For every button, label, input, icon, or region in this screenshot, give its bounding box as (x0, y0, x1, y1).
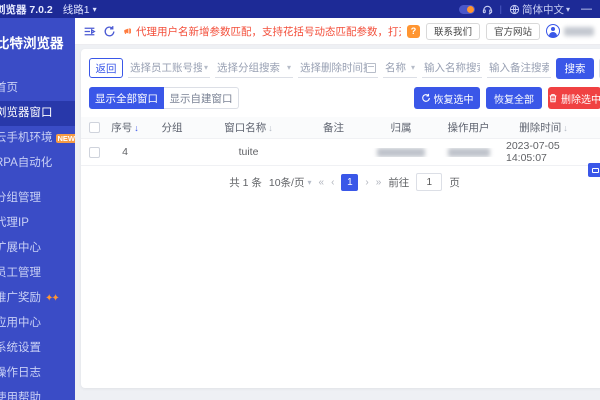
app-logo: 比特浏览器 (0, 36, 64, 51)
new-badge: NEW (55, 133, 75, 144)
title-bar: 比特浏览器 7.0.2 线路1 ▾ | 简体中文 ▾ — (0, 0, 600, 18)
goto-label: 前往 (388, 176, 410, 189)
sort-desc-icon[interactable]: ↓ (268, 123, 273, 133)
name-search-input[interactable] (422, 58, 482, 78)
floating-action-button[interactable] (588, 163, 600, 177)
sidebar-item-groups[interactable]: 分组管理 (0, 186, 75, 211)
cell-owner-redacted (377, 147, 425, 157)
col-owner: 归属 (390, 122, 412, 134)
first-page-button[interactable]: « (319, 177, 325, 188)
cell-seq: 4 (122, 146, 128, 158)
restore-icon (421, 93, 430, 102)
help-badge[interactable]: ? (406, 24, 420, 38)
delete-selected-button[interactable]: 删除选中 (548, 87, 600, 109)
chevron-down-icon: ▾ (203, 63, 208, 72)
col-operator: 操作用户 (447, 122, 490, 134)
sidebar-item-referral[interactable]: 推广奖励 ✦✦ (0, 286, 75, 311)
col-window-name: 窗口名称 (224, 122, 267, 134)
goto-page-input[interactable] (416, 173, 443, 191)
prev-page-button[interactable]: ‹ (331, 177, 334, 188)
username-redacted (564, 26, 594, 36)
table-header-row: 序号↓ 分组 窗口名称↓ 备注 归属 操作用户 删除时间↓ 操作 (81, 117, 600, 139)
cell-operator-redacted (447, 147, 490, 157)
support-headset-icon[interactable] (482, 4, 493, 15)
sidebar-item-staff[interactable]: 员工管理 (0, 261, 75, 286)
cell-delete-time: 2023-07-05 14:05:07 (506, 140, 560, 164)
chevron-down-icon: ▾ (92, 4, 97, 14)
sidebar-item-browser-windows[interactable]: 浏览器窗口 (0, 101, 75, 126)
sidebar: 比特浏览器 首页 浏览器窗口 云手机环境 NEW RPA自动化 分组管理 代理IP… (0, 18, 75, 400)
user-avatar-icon[interactable] (546, 24, 560, 38)
filter-row: 返回 选择员工账号搜索 ▾ 选择分组搜索 ▾ 选择删除时间搜索 名称 ▾ 搜索 (89, 57, 600, 79)
deleted-windows-table: 序号↓ 分组 窗口名称↓ 备注 归属 操作用户 删除时间↓ 操作 4 tuite… (81, 117, 600, 166)
restore-all-button[interactable]: 恢复全部 (486, 87, 542, 109)
current-page-button[interactable]: 1 (341, 173, 359, 191)
sidebar-item-proxy-ip[interactable]: 代理IP (0, 211, 75, 236)
trash-windows-card: 返回 选择员工账号搜索 ▾ 选择分组搜索 ▾ 选择删除时间搜索 名称 ▾ 搜索 (81, 49, 600, 388)
sort-desc-icon[interactable]: ↓ (134, 123, 139, 133)
chevron-down-icon: ▾ (565, 4, 570, 14)
line-selector[interactable]: 线路1 ▾ (63, 2, 97, 17)
window-icon (591, 167, 599, 173)
theme-toggle[interactable] (458, 4, 475, 14)
restore-selected-button[interactable]: 恢复选中 (414, 87, 480, 109)
language-label: 简体中文 (521, 3, 564, 16)
col-delete-time: 删除时间 (519, 122, 562, 134)
search-field-select[interactable]: 名称 ▾ (383, 58, 417, 78)
minimize-button[interactable]: — (581, 3, 592, 15)
megaphone-icon (124, 28, 131, 34)
language-selector[interactable]: 简体中文 ▾ (509, 2, 570, 17)
sidebar-item-home[interactable]: 首页 (0, 76, 75, 101)
calendar-icon (366, 62, 376, 73)
remark-search-input[interactable] (487, 58, 551, 78)
official-site-button[interactable]: 官方网站 (485, 22, 540, 40)
line-selector-label: 线路1 (62, 3, 90, 16)
chevron-down-icon: ▾ (410, 63, 415, 72)
trash-icon (549, 94, 557, 103)
cell-window-name: tuite (238, 146, 259, 158)
col-remark: 备注 (323, 122, 344, 134)
table-row: 4 tuite 2023-07-05 14:05:07 (81, 139, 600, 166)
chevron-down-icon: ▾ (286, 63, 291, 72)
collapse-sidebar-icon[interactable] (83, 25, 96, 38)
sidebar-item-settings[interactable]: 系统设置 (0, 336, 75, 361)
pagination-summary: 共 1 条 (229, 176, 262, 189)
last-page-button[interactable]: » (376, 177, 382, 188)
sidebar-item-rpa[interactable]: RPA自动化 (0, 151, 75, 176)
sidebar-item-extensions[interactable]: 扩展中心 (0, 236, 75, 261)
page-size-select[interactable]: 10条/页 ▾ (269, 175, 312, 190)
sidebar-item-cloud-phone[interactable]: 云手机环境 NEW (0, 126, 75, 151)
pagination: 共 1 条 10条/页 ▾ « ‹ 1 › » 前往 页 (81, 173, 600, 191)
contact-us-button[interactable]: 联系我们 (425, 22, 480, 40)
select-all-checkbox[interactable] (88, 122, 100, 133)
search-button[interactable]: 搜索 (556, 57, 594, 79)
app-title: 比特浏览器 7.0.2 (0, 3, 53, 16)
refresh-icon[interactable] (103, 25, 116, 38)
back-button[interactable]: 返回 (89, 58, 123, 78)
chevron-down-icon: ▾ (307, 177, 312, 187)
announcement-text: 代理用户名新增参数匹配，支持花括号动态匹配参数，打开窗口时自动替换为匹配值。 (123, 24, 401, 39)
sidebar-item-help[interactable]: 使用帮助 (0, 386, 75, 400)
group-filter-select[interactable]: 选择分组搜索 ▾ (215, 58, 293, 78)
main-content: 返回 选择员工账号搜索 ▾ 选择分组搜索 ▾ 选择删除时间搜索 名称 ▾ 搜索 (75, 45, 600, 400)
row-checkbox[interactable] (88, 146, 100, 158)
titlebar-divider: | (499, 4, 502, 14)
sparkle-icon: ✦✦ (45, 293, 60, 304)
sidebar-item-app-center[interactable]: 应用中心 (0, 311, 75, 336)
sidebar-menu: 首页 浏览器窗口 云手机环境 NEW RPA自动化 分组管理 代理IP 扩展中心 … (0, 76, 75, 400)
next-page-button[interactable]: › (365, 177, 368, 188)
sidebar-item-operation-log[interactable]: 操作日志 (0, 361, 75, 386)
employee-filter-select[interactable]: 选择员工账号搜索 ▾ (128, 58, 210, 78)
notice-bar: 代理用户名新增参数匹配，支持花括号动态匹配参数，打开窗口时自动替换为匹配值。 ?… (75, 18, 600, 45)
col-seq: 序号 (111, 122, 133, 134)
toolbar-row: 显示全部窗口 显示自建窗口 恢复选中 恢复全部 删除选中 删除全部 (89, 87, 600, 109)
show-all-windows-button[interactable]: 显示全部窗口 (89, 87, 164, 109)
show-own-windows-button[interactable]: 显示自建窗口 (164, 87, 239, 109)
globe-icon (509, 4, 520, 14)
col-group: 分组 (161, 122, 183, 134)
goto-unit-label: 页 (449, 176, 460, 189)
delete-time-filter-select[interactable]: 选择删除时间搜索 (298, 58, 378, 78)
sort-desc-icon[interactable]: ↓ (563, 123, 568, 133)
